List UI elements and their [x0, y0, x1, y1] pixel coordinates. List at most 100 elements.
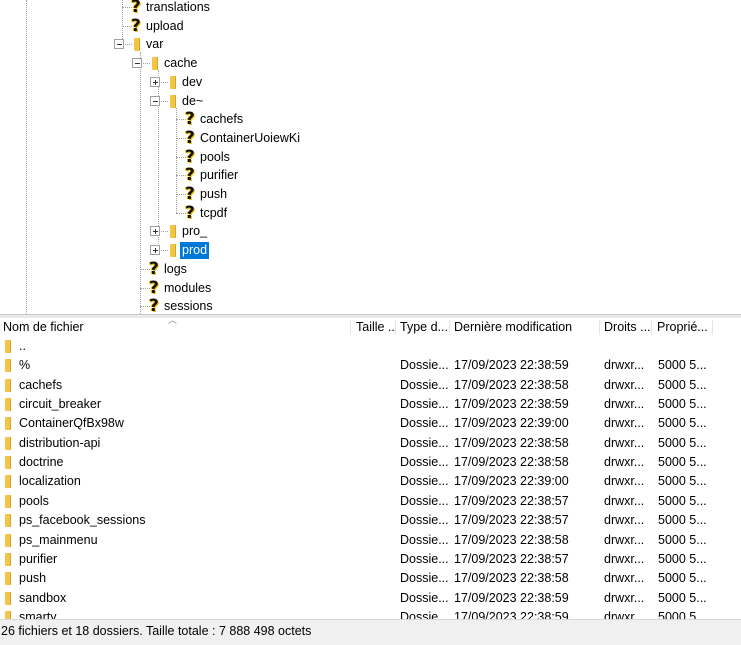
tree-node-label: sessions — [164, 299, 213, 313]
file-permissions — [604, 337, 650, 356]
tree-node-translations[interactable]: ? translations — [0, 0, 741, 17]
file-name: ps_mainmenu — [19, 533, 98, 547]
file-modified: 17/09/2023 22:38:58 — [454, 455, 569, 469]
file-row[interactable]: push Dossie... 17/09/2023 22:38:58 drwxr...… — [0, 569, 741, 588]
folder-icon — [152, 57, 158, 70]
tree-node-prod[interactable]: prod — [0, 241, 741, 260]
file-modified: 17/09/2023 22:38:58 — [454, 571, 569, 585]
file-type: Dossie... — [400, 358, 448, 372]
file-type: Dossie... — [400, 416, 448, 430]
file-row[interactable]: ContainerQfBx98w Dossie... 17/09/2023 22:3… — [0, 414, 741, 433]
tree-node-label: tcpdf — [200, 206, 228, 220]
expand-plus-icon[interactable] — [150, 245, 160, 255]
column-divider[interactable] — [712, 320, 713, 335]
file-row[interactable]: purifier Dossie... 17/09/2023 22:38:57 drwx… — [0, 550, 741, 569]
file-modified: 17/09/2023 22:38:58 — [454, 533, 569, 547]
file-owner: 5000 5... — [658, 397, 707, 411]
file-type: Dossie... — [400, 397, 448, 411]
file-row[interactable]: cachefs Dossie... 17/09/2023 22:38:58 drwxr… — [0, 376, 741, 395]
collapse-minus-icon[interactable] — [150, 96, 160, 106]
collapse-minus-icon[interactable] — [114, 39, 124, 49]
file-name: purifier — [19, 552, 58, 566]
tree-node-pools[interactable]: ? pools — [0, 148, 741, 167]
tree-node-logs[interactable]: ? logs — [0, 260, 741, 279]
tree-node-label: ContainerUoiewKi — [200, 131, 301, 145]
file-row[interactable]: doctrine Dossie... 17/09/2023 22:38:58 drwx… — [0, 453, 741, 472]
file-type — [400, 337, 448, 356]
file-name: circuit_breaker — [19, 397, 101, 411]
file-modified: 17/09/2023 22:38:59 — [454, 591, 569, 605]
file-owner: 5000 5... — [658, 552, 707, 566]
file-modified: 17/09/2023 22:38:59 — [454, 397, 569, 411]
file-name: ps_facebook_sessions — [19, 513, 146, 527]
tree-node-upload[interactable]: ? upload — [0, 17, 741, 36]
column-header-modified[interactable]: Dernière modification — [451, 318, 599, 337]
file-name: localization — [19, 474, 81, 488]
file-row[interactable]: .. — [0, 337, 741, 356]
file-row[interactable]: smarty Dossie... 17/09/2023 22:38:59 drwxr.… — [0, 608, 741, 619]
remote-directory-tree[interactable]: ? translations? upload var cache dev de~? cache… — [0, 0, 741, 314]
file-row[interactable]: ps_mainmenu Dossie... 17/09/2023 22:38:58 d… — [0, 531, 741, 550]
file-permissions: drwxr... — [604, 591, 645, 605]
file-permissions: drwxr... — [604, 533, 645, 547]
tree-node-cachefs[interactable]: ? cachefs — [0, 110, 741, 129]
folder-icon — [5, 340, 11, 353]
file-row[interactable]: circuit_breaker Dossie... 17/09/2023 22:38… — [0, 395, 741, 414]
tree-node-containeruoiewki[interactable]: ? ContainerUoiewKi — [0, 129, 741, 148]
file-list[interactable]: Nom de fichier ︿ Taille ... Type d... De… — [0, 318, 741, 619]
file-type: Dossie... — [400, 455, 448, 469]
file-row[interactable]: % Dossie... 17/09/2023 22:38:59 drwxr... 500… — [0, 356, 741, 375]
file-name: sandbox — [19, 591, 67, 605]
column-header-type[interactable]: Type d... — [397, 318, 449, 337]
tree-node-label: modules — [164, 281, 212, 295]
file-name: .. — [19, 339, 26, 353]
tree-node-var[interactable]: var — [0, 35, 741, 54]
column-header-permissions[interactable]: Droits ... — [601, 318, 651, 337]
tree-node-label: logs — [164, 262, 187, 276]
tree-node-push[interactable]: ? push — [0, 185, 741, 204]
file-row[interactable]: pools Dossie... 17/09/2023 22:38:57 drwxr..… — [0, 492, 741, 511]
file-owner: 5000 5... — [658, 513, 707, 527]
file-type: Dossie... — [400, 571, 448, 585]
folder-icon — [5, 456, 11, 469]
folder-icon — [5, 611, 11, 619]
file-permissions: drwxr... — [604, 397, 645, 411]
folder-icon — [5, 475, 11, 488]
file-permissions: drwxr... — [604, 474, 645, 488]
file-row[interactable]: sandbox Dossie... 17/09/2023 22:38:59 drwxr… — [0, 589, 741, 608]
tree-node-label: cache — [164, 56, 198, 70]
folder-icon — [170, 95, 176, 108]
tree-node-label: upload — [146, 19, 184, 33]
unknown-type-icon: ? — [185, 147, 195, 167]
expand-plus-icon[interactable] — [150, 77, 160, 87]
tree-node-purifier[interactable]: ? purifier — [0, 166, 741, 185]
file-owner: 5000 5... — [658, 378, 707, 392]
file-name: distribution-api — [19, 436, 101, 450]
tree-node-label: pro_ — [182, 224, 208, 238]
file-owner: 5000 5... — [658, 610, 707, 619]
file-modified: 17/09/2023 22:38:58 — [454, 436, 569, 450]
column-divider[interactable] — [651, 320, 652, 335]
tree-node-cache[interactable]: cache — [0, 54, 741, 73]
tree-node-sessions[interactable]: ? sessions — [0, 297, 741, 315]
column-divider[interactable] — [599, 320, 600, 335]
tree-node-tcpdf[interactable]: ? tcpdf — [0, 204, 741, 223]
tree-node-de-[interactable]: de~ — [0, 92, 741, 111]
column-divider[interactable] — [350, 320, 351, 335]
tree-node-modules[interactable]: ? modules — [0, 279, 741, 298]
expand-plus-icon[interactable] — [150, 226, 160, 236]
tree-node-dev[interactable]: dev — [0, 73, 741, 92]
column-divider[interactable] — [395, 320, 396, 335]
tree-node-label: pools — [200, 150, 230, 164]
tree-node-pro-[interactable]: pro_ — [0, 222, 741, 241]
column-header-owner[interactable]: Proprié... — [654, 318, 714, 337]
file-row[interactable]: distribution-api Dossie... 17/09/2023 22:3… — [0, 434, 741, 453]
file-type: Dossie... — [400, 513, 448, 527]
column-divider[interactable] — [449, 320, 450, 335]
collapse-minus-icon[interactable] — [132, 58, 142, 68]
column-header-size[interactable]: Taille ... — [353, 318, 395, 337]
file-row[interactable]: ps_facebook_sessions Dossie... 17/09/2023 … — [0, 511, 741, 530]
file-name: ContainerQfBx98w — [19, 416, 124, 430]
file-row[interactable]: localization Dossie... 17/09/2023 22:39:00… — [0, 472, 741, 491]
folder-icon — [5, 359, 11, 372]
